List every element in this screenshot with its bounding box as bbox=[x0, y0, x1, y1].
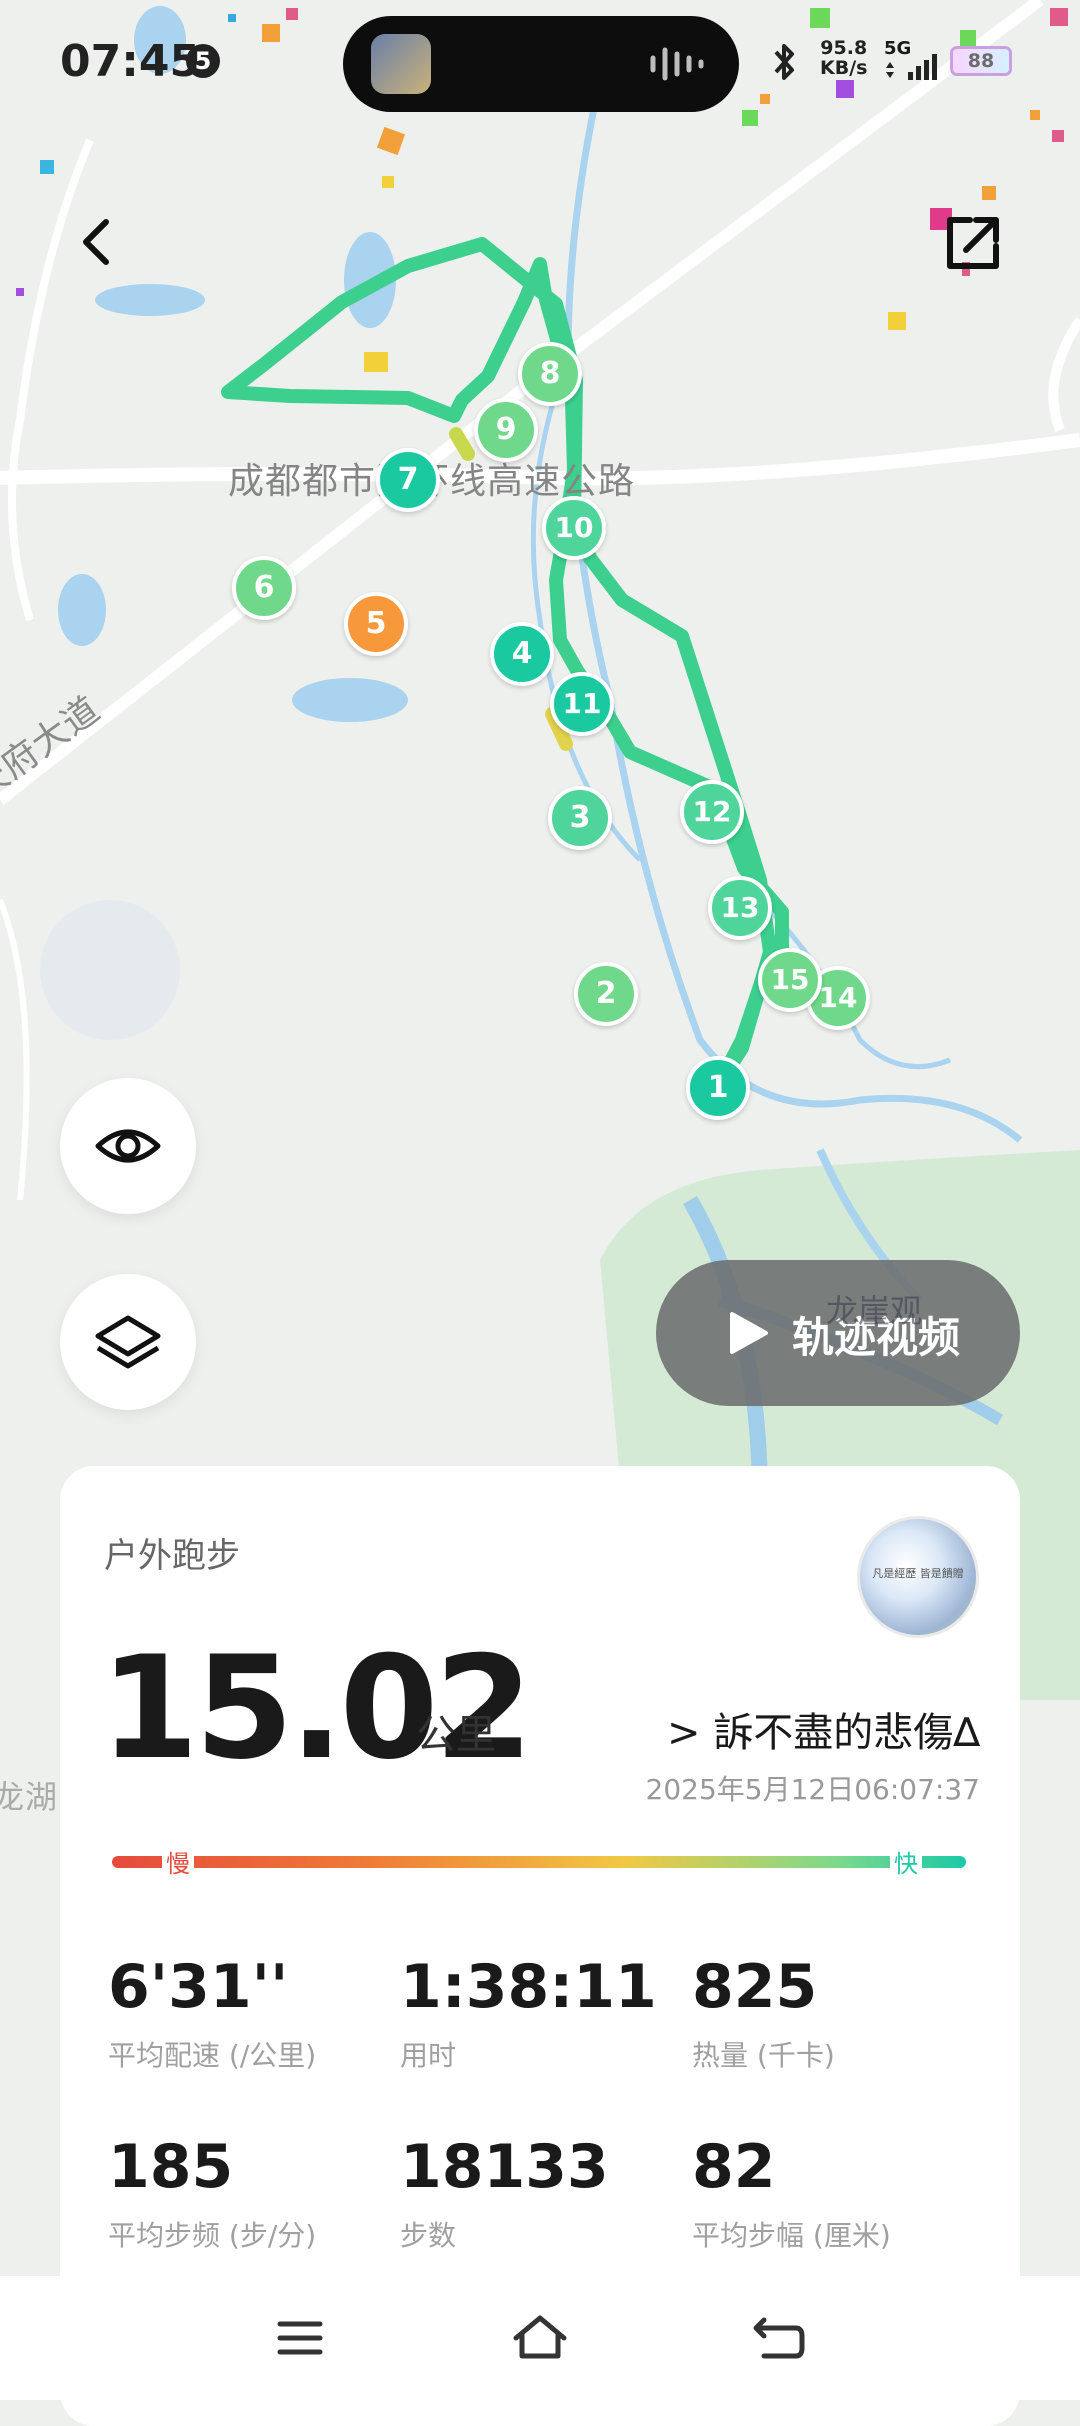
track-video-button[interactable]: 轨迹视频 bbox=[656, 1260, 1020, 1406]
battery-indicator: 88 bbox=[950, 46, 1012, 76]
stat-label: 步数 bbox=[400, 2219, 457, 2252]
system-navigation-bar bbox=[0, 2276, 1080, 2400]
route-marker-13[interactable]: 13 bbox=[708, 876, 772, 940]
route-marker-1[interactable]: 1 bbox=[686, 1056, 750, 1120]
avatar[interactable]: 凡是經歷 皆是饋贈 bbox=[857, 1516, 979, 1638]
app-icon bbox=[371, 34, 431, 94]
status-time: 07:45 bbox=[60, 36, 201, 87]
username[interactable]: > 訴不盡的悲傷∆ bbox=[667, 1700, 980, 1758]
stat-value: 825 bbox=[692, 1952, 818, 2022]
stat-label: 用时 bbox=[400, 2039, 457, 2072]
stat-avg-pace: 6'31'' 平均配速 (/公里) bbox=[108, 1952, 398, 2074]
signal-icon bbox=[886, 54, 937, 80]
home-icon[interactable] bbox=[510, 2308, 570, 2368]
lake bbox=[95, 284, 205, 316]
dynamic-island[interactable] bbox=[343, 16, 739, 112]
layers-icon bbox=[95, 1315, 161, 1369]
activity-datetime: 2025年5月12日06:07:37 bbox=[645, 1773, 980, 1806]
stat-label: 热量 (千卡) bbox=[692, 2039, 835, 2072]
status-bar: 07:45 5 95.8 KB/s 5G 88 bbox=[0, 0, 1080, 130]
eye-icon bbox=[95, 1129, 161, 1163]
stat-label: 平均步频 (步/分) bbox=[108, 2219, 317, 2252]
pace-fast-label: 快 bbox=[890, 1844, 922, 1879]
stat-value: 185 bbox=[108, 2132, 234, 2202]
stat-calories: 825 热量 (千卡) bbox=[692, 1952, 982, 2074]
distance-unit: 公里 bbox=[416, 1712, 496, 1758]
notification-count-badge: 5 bbox=[186, 44, 220, 78]
route-marker-4[interactable]: 4 bbox=[490, 622, 554, 686]
back-icon[interactable] bbox=[750, 2308, 810, 2368]
route-marker-10[interactable]: 10 bbox=[542, 496, 606, 560]
map-label-edge: 龙湖 bbox=[0, 1778, 59, 1816]
route-marker-9[interactable]: 9 bbox=[474, 398, 538, 462]
route-marker-11[interactable]: 11 bbox=[550, 672, 614, 736]
route-marker-8[interactable]: 8 bbox=[518, 342, 582, 406]
back-button[interactable] bbox=[70, 212, 130, 272]
route-marker-5[interactable]: 5 bbox=[344, 592, 408, 656]
route-marker-12[interactable]: 12 bbox=[680, 780, 744, 844]
network-speed: 95.8 KB/s bbox=[820, 37, 868, 79]
lake bbox=[58, 574, 106, 646]
menu-icon[interactable] bbox=[270, 2308, 330, 2368]
pace-gradient-bar bbox=[112, 1856, 966, 1868]
lake bbox=[40, 900, 180, 1040]
stat-cadence: 185 平均步频 (步/分) bbox=[108, 2132, 398, 2254]
stat-steps: 18133 步数 bbox=[400, 2132, 690, 2254]
lake bbox=[292, 678, 408, 722]
audio-wave-icon bbox=[650, 47, 704, 81]
stat-stride: 82 平均步幅 (厘米) bbox=[692, 2132, 982, 2254]
map-label-place: 龙崖观 bbox=[826, 1292, 923, 1330]
route-marker-6[interactable]: 6 bbox=[232, 556, 296, 620]
route-marker-7[interactable]: 7 bbox=[376, 448, 440, 512]
stat-value: 18133 bbox=[400, 2132, 609, 2202]
visibility-toggle-button[interactable] bbox=[60, 1078, 196, 1214]
external-link-icon bbox=[947, 217, 999, 269]
stat-duration: 1:38:11 用时 bbox=[400, 1952, 690, 2074]
stat-label: 平均步幅 (厘米) bbox=[692, 2219, 891, 2252]
share-button[interactable] bbox=[940, 210, 1006, 276]
stat-value: 82 bbox=[692, 2132, 776, 2202]
pace-slow-label: 慢 bbox=[162, 1844, 194, 1879]
stat-label: 平均配速 (/公里) bbox=[108, 2039, 317, 2072]
activity-type: 户外跑步 bbox=[104, 1536, 240, 1576]
avatar-caption: 凡是經歷 皆是饋贈 bbox=[872, 1567, 964, 1580]
bluetooth-icon bbox=[774, 44, 794, 80]
stat-value: 6'31'' bbox=[108, 1952, 289, 2022]
route-marker-15[interactable]: 15 bbox=[758, 948, 822, 1012]
map-layers-button[interactable] bbox=[60, 1274, 196, 1410]
chevron-left-icon bbox=[83, 219, 109, 265]
play-icon bbox=[730, 1312, 768, 1354]
route-marker-2[interactable]: 2 bbox=[574, 962, 638, 1026]
route-marker-3[interactable]: 3 bbox=[548, 786, 612, 850]
stat-value: 1:38:11 bbox=[400, 1952, 657, 2022]
